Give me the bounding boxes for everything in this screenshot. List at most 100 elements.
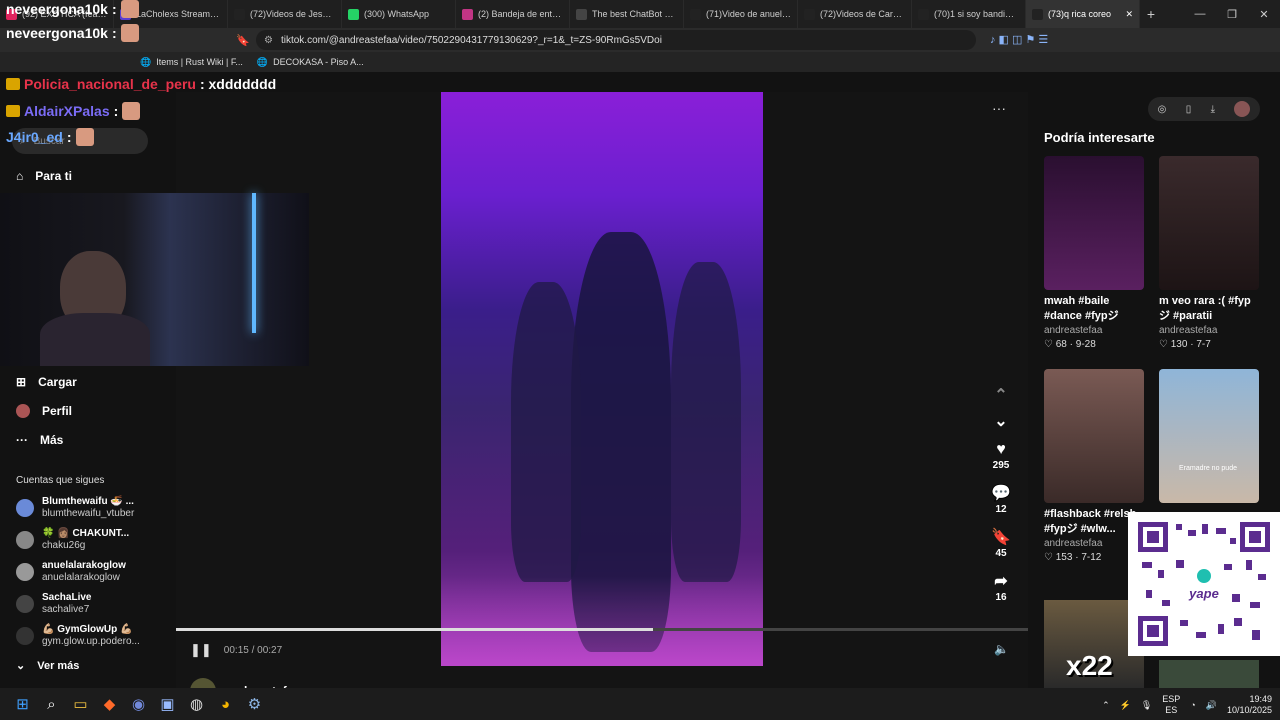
folder-icon[interactable]: ▭ [66, 695, 95, 713]
url-field[interactable]: ⚙ tiktok.com/@andreastefaa/video/7502290… [256, 30, 976, 50]
comment-button[interactable]: 💬 12 [990, 484, 1012, 515]
steam-icon[interactable]: ⚙ [240, 695, 269, 713]
video-progress-fill [176, 628, 654, 631]
save-button[interactable]: 🔖 45 [990, 528, 1012, 559]
suggestion-card[interactable]: m veo rara :( #fypジ #paratii andreastefa… [1159, 156, 1259, 350]
chat-message: neveergona10k: [6, 0, 139, 18]
brave-icon[interactable]: ◆ [95, 695, 124, 713]
suggestion-card[interactable]: mwah #baile #dance #fypジ andreastefaa ♡ … [1044, 156, 1144, 350]
chevron-down-icon: ⌄ [16, 660, 26, 672]
system-tray: ⌃ ⚡ 🎙 ESP ES ◔ 🔊 19:49 10/10/2025 [1102, 694, 1272, 716]
mic-icon[interactable]: 🎙 [1141, 700, 1152, 711]
phone-icon[interactable]: ▯ [1186, 104, 1192, 115]
new-tab-button[interactable]: + [1140, 6, 1162, 22]
suggestion-thumbnail [1044, 156, 1144, 290]
suggestion-card[interactable]: Eramadre no pude [1159, 369, 1259, 503]
suggestion-thumbnail[interactable] [1159, 660, 1259, 688]
extensions-icons[interactable]: ♪ ◧ ◫ ⚑ ☰ [990, 33, 1048, 46]
video-player[interactable] [441, 92, 763, 666]
following-item[interactable]: anuelalarakoglow anuelalarakoglow [16, 560, 126, 584]
time-display: 00:15 / 00:27 [223, 644, 283, 656]
following-item[interactable]: 💪🏼 GymGlowUp 💪🏼 gym.glow.up.podero... [16, 624, 140, 648]
nav-mas[interactable]: ··· Más [16, 433, 63, 447]
obs-icon[interactable]: ▣ [153, 695, 182, 713]
heart-icon: ♡ [1044, 339, 1053, 350]
nav-perfil[interactable]: Perfil [16, 404, 72, 418]
pause-icon[interactable]: ❚❚ [190, 642, 212, 658]
suggestion-thumbnail: Eramadre no pude [1159, 369, 1259, 503]
avatar [16, 595, 34, 613]
browser-tab[interactable]: (2) Bandeja de entrada... [456, 0, 570, 28]
clock[interactable]: 19:49 10/10/2025 [1227, 694, 1272, 716]
gift-icon[interactable]: ◎ [1158, 104, 1167, 115]
browser-tab[interactable]: The best ChatBot a... [570, 0, 684, 28]
more-icon: ··· [16, 433, 28, 447]
nav-para-ti[interactable]: ⌂ Para ti [16, 169, 72, 183]
tab-favicon [348, 8, 359, 20]
profile-icon [16, 404, 30, 418]
browser-tab[interactable]: (300) WhatsApp [342, 0, 456, 28]
app-icon[interactable]: ◍ [182, 695, 211, 713]
browser-tab[interactable]: (72)Videos de Carolina... [798, 0, 912, 28]
see-more-button[interactable]: ⌄ Ver más [16, 659, 79, 673]
download-icon[interactable]: ⤓ [1211, 104, 1215, 115]
streamer-webcam [0, 193, 309, 366]
heart-icon: ♡ [1044, 552, 1053, 563]
tab-title: (300) WhatsApp [364, 9, 430, 19]
share-icon: ➦ [994, 573, 1008, 590]
browser-tab[interactable]: (70)1 si soy bandido #... [912, 0, 1026, 28]
more-options-icon[interactable]: ··· [992, 100, 1006, 116]
avatar[interactable] [1234, 101, 1251, 117]
speaker-icon[interactable]: 🔊 [1206, 700, 1217, 711]
share-button[interactable]: ➦ 16 [990, 572, 1012, 603]
language-indicator[interactable]: ESP ES [1162, 694, 1180, 716]
following-item[interactable]: SachaLive sachalive7 [16, 592, 91, 616]
chat-message: neveergona10k: [6, 24, 139, 42]
tab-favicon [576, 8, 587, 20]
tiktok-sidebar: ⌕ Buscar ⌂ Para ti ⊞ Cargar Perfil ··· Más … [0, 72, 176, 688]
volume-icon[interactable]: 🔈 [994, 642, 1009, 656]
following-item[interactable]: Blumthewaifu 🍜 ... blumthewaifu_vtuber [16, 496, 134, 520]
avatar [16, 531, 34, 549]
tab-title: (70)1 si soy bandido #... [934, 9, 1019, 19]
prev-video-button[interactable]: ⌃ [990, 386, 1012, 406]
wifi-icon[interactable]: ◔ [1190, 700, 1195, 710]
emote-icon [122, 102, 141, 120]
chat-message: Policia_nacional_de_peru: xddddddd [6, 76, 276, 92]
url-text: tiktok.com/@andreastefaa/video/750229043… [280, 34, 662, 46]
like-button[interactable]: ♥ 295 [990, 440, 1012, 471]
emote-icon [120, 0, 139, 18]
suggestion-thumbnail [1044, 369, 1144, 503]
qr-code-image: yape [1128, 512, 1280, 656]
chat-message: J4ir0_ed: [6, 128, 94, 146]
minimize-icon[interactable]: — [1184, 8, 1216, 21]
following-title: Cuentas que sigues [16, 475, 105, 486]
bookmark-icon: 🔖 [991, 529, 1011, 546]
maximize-icon[interactable]: ❐ [1216, 8, 1248, 21]
windows-start-icon[interactable]: ⊞ [8, 695, 37, 713]
upload-icon: ⊞ [16, 375, 27, 389]
stream-chat-overlay: neveergona10k: neveergona10k: Policia_na… [4, 0, 304, 150]
discord-icon[interactable]: ◉ [124, 695, 153, 713]
close-tab-icon[interactable]: ✕ [1125, 9, 1133, 20]
qr-code-graphic: yape [1136, 520, 1272, 648]
multiplier-text: x22 [1066, 650, 1113, 681]
search-icon[interactable]: ⌕ [37, 696, 66, 713]
avatar [16, 627, 34, 645]
next-video-button[interactable]: ⌄ [990, 412, 1012, 432]
top-right-toolbar: ◎ ▯ ⤓ [1148, 97, 1260, 121]
chrome-icon[interactable]: ◕ [211, 696, 240, 713]
chevron-up-icon[interactable]: ⌃ [1102, 700, 1110, 711]
network-icon[interactable]: ⚡ [1120, 700, 1131, 711]
suggestions-title: Podría interesarte [1044, 130, 1155, 145]
browser-tab[interactable]: (73)q rica coreo ✕ [1026, 0, 1140, 28]
nav-cargar[interactable]: ⊞ Cargar [16, 375, 77, 389]
tab-title: (2) Bandeja de entrada... [478, 9, 563, 19]
following-item[interactable]: 🍀 👩🏽 CHAKUNT... chaku26g [16, 528, 129, 552]
suggestion-thumbnail [1159, 156, 1259, 290]
heart-icon: ♥ [996, 441, 1006, 458]
close-window-icon[interactable]: ✕ [1248, 8, 1280, 21]
home-icon: ⌂ [16, 169, 24, 183]
browser-tab[interactable]: (71)Video de anuelalar... [684, 0, 798, 28]
heart-icon: ♡ [1159, 339, 1168, 350]
